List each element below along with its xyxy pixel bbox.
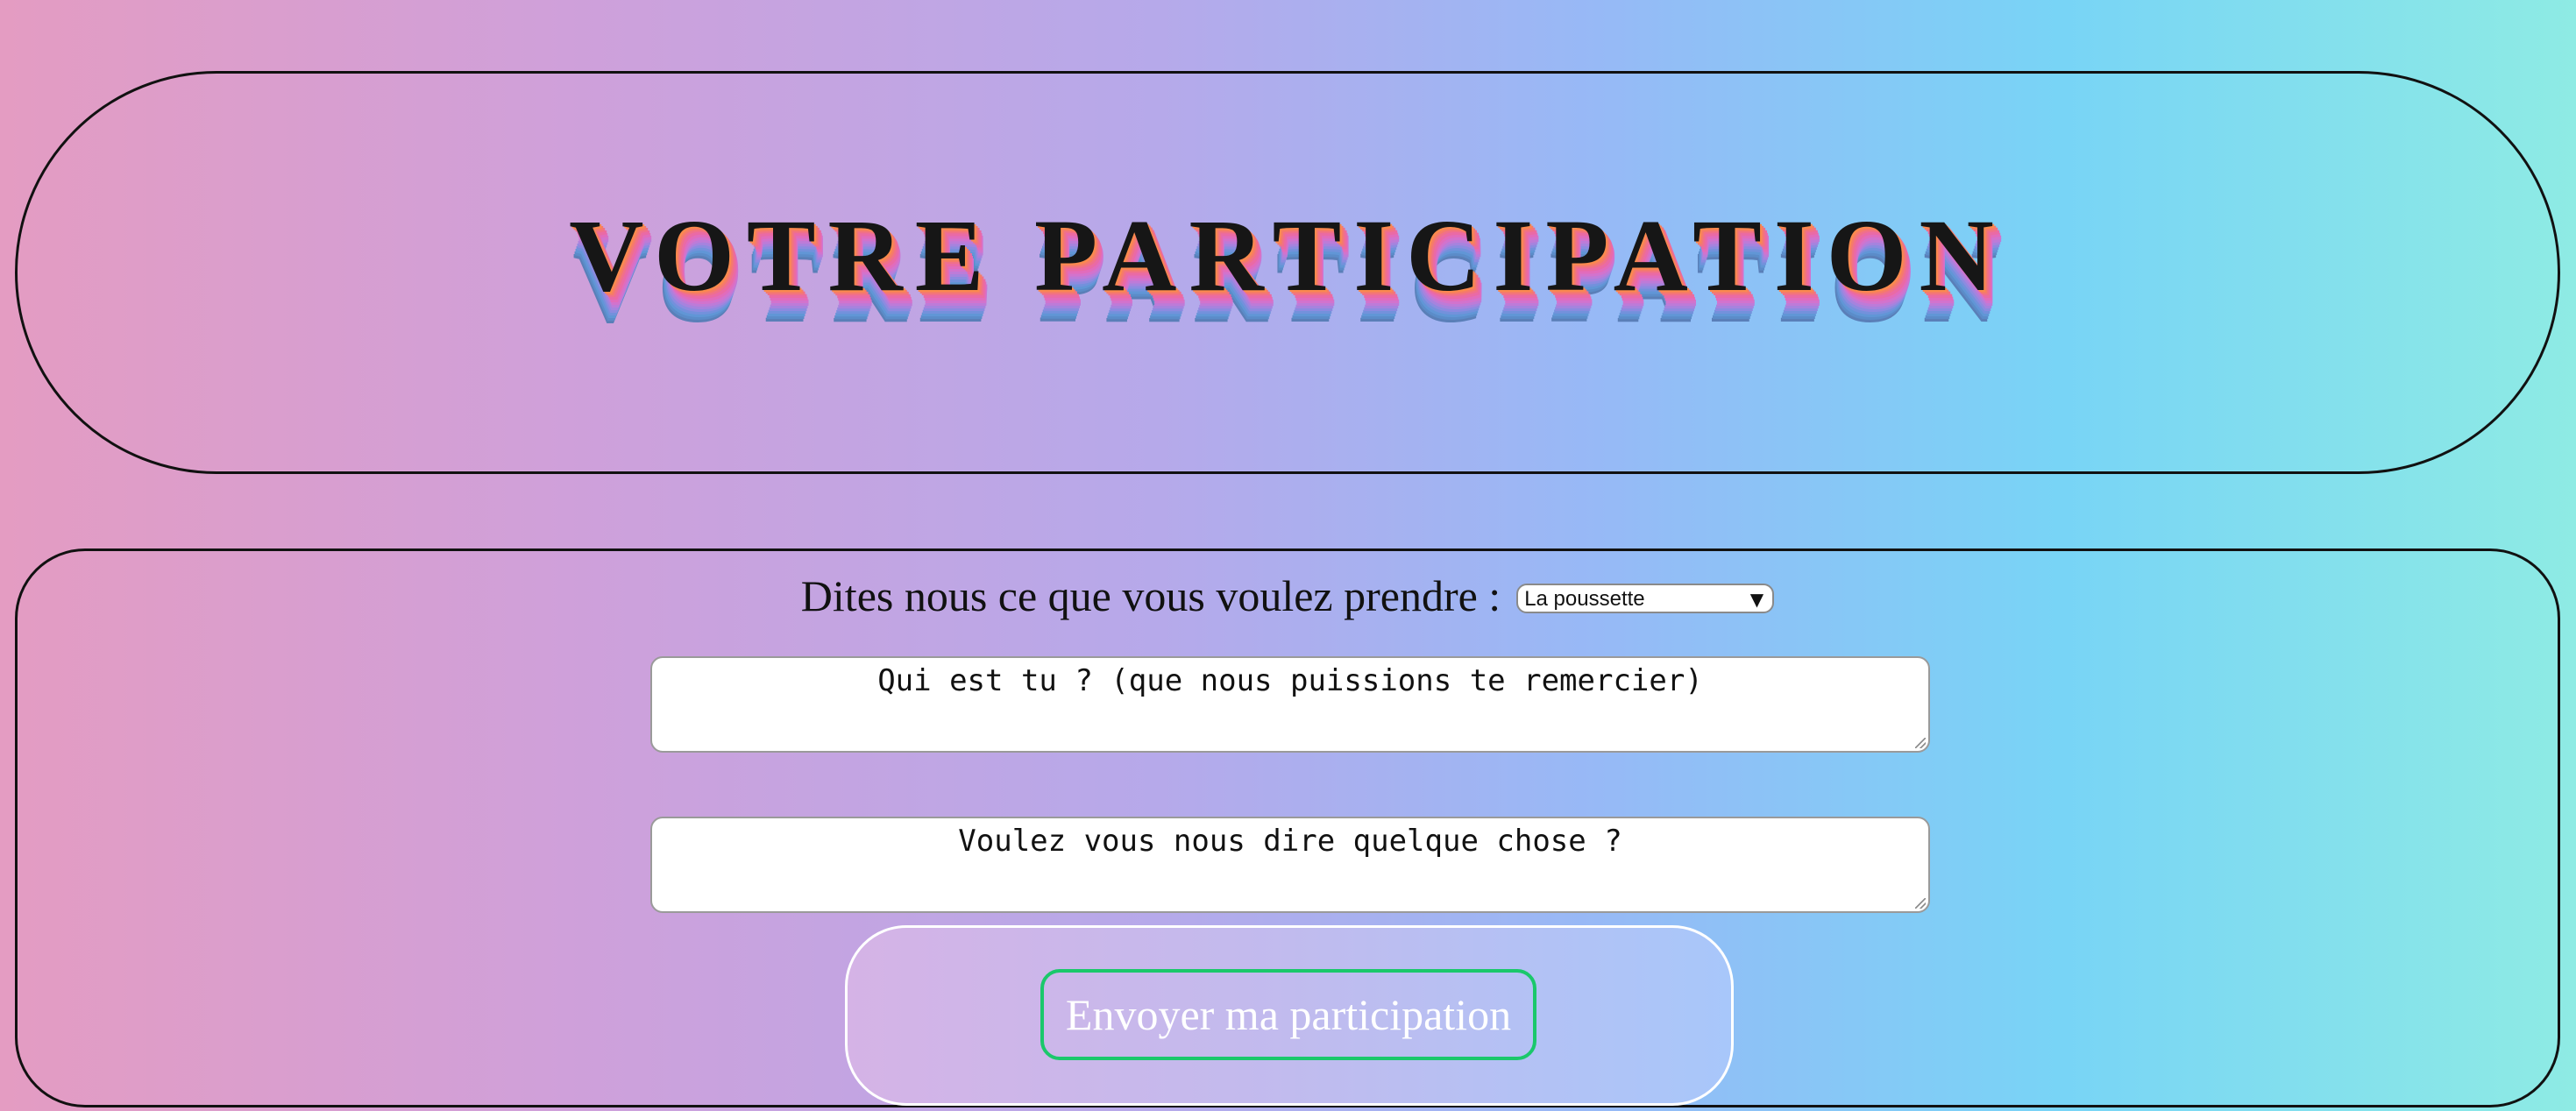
resize-grip-icon[interactable]	[1915, 898, 1926, 909]
page-title: VOTRE PARTICIPATION	[569, 198, 2006, 313]
submit-container: Envoyer ma participation	[845, 925, 1734, 1106]
resize-grip-icon[interactable]	[1915, 738, 1926, 748]
name-textarea[interactable]: Qui est tu ? (que nous puissions te reme…	[650, 656, 1930, 753]
item-question-label: Dites nous ce que vous voulez prendre :	[800, 571, 1501, 620]
participation-form: Dites nous ce que vous voulez prendre : …	[15, 548, 2560, 1107]
item-select[interactable]: La poussette ▼	[1516, 584, 1775, 613]
message-textarea[interactable]: Voulez vous nous dire quelque chose ?	[650, 817, 1930, 913]
submit-button[interactable]: Envoyer ma participation	[1040, 969, 1536, 1060]
name-textarea-text: Qui est tu ? (que nous puissions te reme…	[877, 663, 1703, 698]
item-question-row: Dites nous ce que vous voulez prendre : …	[18, 570, 2558, 621]
chevron-down-icon: ▼	[1749, 589, 1764, 610]
item-select-value: La poussette	[1524, 587, 1645, 611]
message-textarea-text: Voulez vous nous dire quelque chose ?	[958, 824, 1622, 859]
header-banner: VOTRE PARTICIPATION	[15, 71, 2560, 474]
